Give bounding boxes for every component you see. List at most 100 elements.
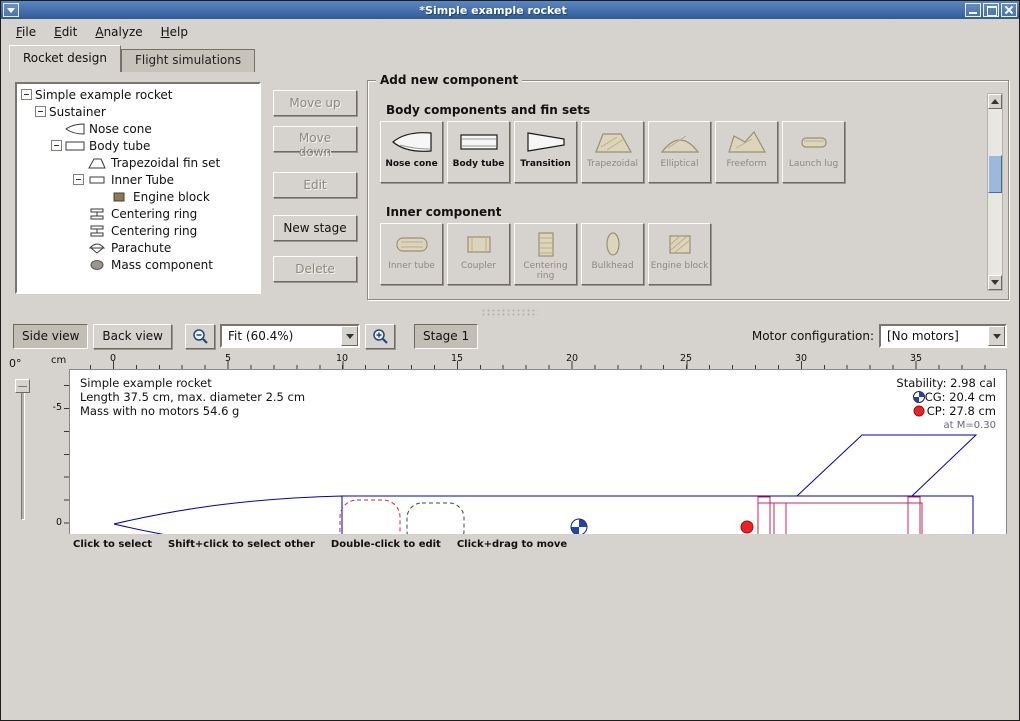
tree-item-inner-tube[interactable]: Inner Tube (19, 171, 259, 188)
rotation-slider-thumb[interactable] (15, 379, 30, 393)
cp-marker (741, 521, 753, 533)
collapse-icon[interactable] (51, 140, 62, 151)
menu-analyze[interactable]: Analyze (86, 22, 151, 42)
move-up-button[interactable]: Move up (273, 90, 357, 116)
fin-set-icon (87, 157, 107, 169)
cg-marker (571, 519, 587, 534)
minimize-button[interactable] (965, 3, 981, 17)
panel-splitter[interactable] (1, 306, 1019, 319)
body-tube-icon (65, 140, 85, 152)
tree-item-body-tube[interactable]: Body tube (19, 137, 259, 154)
magnifier-minus-icon (191, 327, 209, 345)
centering-ring-icon (87, 208, 107, 220)
body-component-buttons: Nose cone Body tube Transition Trapezoid… (380, 121, 845, 183)
scroll-down-icon[interactable] (988, 275, 1002, 290)
title-bar: *Simple example rocket (1, 1, 1019, 19)
add-elliptical-fin-button: Elliptical (648, 121, 711, 183)
add-body-tube-button[interactable]: Body tube (447, 121, 510, 183)
add-transition-button[interactable]: Transition (514, 121, 577, 183)
back-view-button[interactable]: Back view (93, 324, 172, 349)
design-panel: Simple example rocket Sustainer Nose con… (1, 72, 1019, 306)
collapse-icon[interactable] (73, 174, 84, 185)
scroll-up-icon[interactable] (988, 94, 1002, 109)
cg-text: CG: 20.4 cm (925, 390, 996, 404)
chevron-down-icon[interactable] (341, 326, 358, 346)
tree-item-parachute[interactable]: Parachute (19, 239, 259, 256)
menu-edit[interactable]: Edit (45, 22, 86, 42)
window-title: *Simple example rocket (23, 4, 963, 17)
component-tree[interactable]: Simple example rocket Sustainer Nose con… (15, 82, 261, 294)
inner-tube-icon (87, 174, 107, 186)
launch-lug-icon (792, 127, 836, 157)
freeform-fin-icon (725, 127, 769, 157)
nose-cone-icon (65, 123, 85, 135)
horizontal-ruler: 0 5 10 15 20 25 30 35 (69, 353, 1007, 369)
zoom-out-button[interactable] (185, 324, 215, 349)
chevron-down-icon[interactable] (988, 326, 1005, 346)
add-launch-lug-button: Launch lug (782, 121, 845, 183)
elliptical-fin-icon (658, 127, 702, 157)
window-menu-icon[interactable] (3, 3, 19, 17)
move-down-button[interactable]: Move down (273, 126, 357, 152)
side-view-button[interactable]: Side view (13, 324, 88, 349)
add-coupler-button: Coupler (447, 223, 510, 285)
add-nose-cone-button[interactable]: Nose cone (380, 121, 443, 183)
nose-cone-icon (390, 127, 434, 157)
collapse-icon[interactable] (35, 106, 46, 117)
maximize-button[interactable] (983, 3, 999, 17)
tree-item-centering-ring-2[interactable]: Centering ring (19, 222, 259, 239)
collapse-icon[interactable] (21, 89, 32, 100)
rocket-dimensions-text: Length 37.5 cm, max. diameter 2.5 cm (80, 390, 305, 404)
inner-component-buttons: Inner tube Coupler Centering ring Bulkhe… (380, 223, 711, 285)
motor-configuration-label: Motor configuration: (752, 329, 874, 343)
rocket-view-area: 0° cm 0 5 10 15 20 25 30 35 -5 0 5 (1, 353, 1019, 534)
parachute-icon (87, 242, 107, 254)
scrollbar-thumb[interactable] (988, 155, 1002, 193)
upper-fin (797, 435, 976, 496)
tree-item-engine-block[interactable]: Engine block (19, 188, 259, 205)
delete-button[interactable]: Delete (273, 256, 357, 282)
add-new-component-group: Add new component Body components and fi… (367, 80, 1009, 300)
tree-item-mass-component[interactable]: Mass component (19, 256, 259, 273)
tree-item-centering-ring-1[interactable]: Centering ring (19, 205, 259, 222)
menu-bar: File Edit Analyze Help (1, 19, 1019, 44)
tree-actions: Move up Move down Edit New stage Delete (273, 90, 357, 282)
bulkhead-icon (591, 229, 635, 259)
rocket-drawing: Simple example rocket Length 37.5 cm, ma… (70, 370, 1006, 534)
magnifier-plus-icon (371, 327, 389, 345)
rocket-canvas[interactable]: Simple example rocket Length 37.5 cm, ma… (69, 369, 1007, 534)
engine-block-icon (109, 191, 129, 203)
status-bar: Click to select Shift+click to select ot… (1, 534, 1019, 720)
zoom-in-button[interactable] (365, 324, 395, 349)
rotation-slider[interactable] (21, 383, 25, 520)
add-inner-tube-button: Inner tube (380, 223, 443, 285)
trapezoidal-fin-icon (591, 127, 635, 157)
menu-help[interactable]: Help (152, 22, 197, 42)
tree-item-fin-set[interactable]: Trapezoidal fin set (19, 154, 259, 171)
tab-flight-simulations[interactable]: Flight simulations (121, 49, 255, 72)
tab-rocket-design[interactable]: Rocket design (9, 45, 121, 72)
motor-configuration-select[interactable]: [No motors] (879, 324, 1007, 348)
zoom-select[interactable]: Fit (60.4%) (220, 324, 360, 348)
engine-block-icon (658, 229, 702, 259)
nose-cone-outline (114, 496, 342, 534)
mach-text: at M=0.30 (944, 420, 997, 431)
add-bulkhead-button: Bulkhead (581, 223, 644, 285)
tree-item-rocket[interactable]: Simple example rocket (19, 86, 259, 103)
rotation-angle-label: 0° (9, 357, 22, 370)
add-trapezoidal-fin-button: Trapezoidal (581, 121, 644, 183)
openrocket-window: *Simple example rocket File Edit Analyze… (0, 0, 1020, 721)
menu-file[interactable]: File (7, 22, 45, 42)
group-title: Add new component (376, 73, 522, 87)
new-stage-button[interactable]: New stage (273, 215, 357, 241)
edit-button[interactable]: Edit (273, 172, 357, 198)
inner-component-label: Inner component (386, 205, 501, 219)
mass-component-icon (87, 259, 107, 271)
body-components-label: Body components and fin sets (386, 103, 590, 117)
add-engine-block-button: Engine block (648, 223, 711, 285)
tree-item-sustainer[interactable]: Sustainer (19, 103, 259, 120)
component-panel-scrollbar[interactable] (987, 93, 1003, 291)
close-button[interactable] (1001, 3, 1017, 17)
stage-1-toggle[interactable]: Stage 1 (414, 324, 478, 349)
tree-item-nose-cone[interactable]: Nose cone (19, 120, 259, 137)
